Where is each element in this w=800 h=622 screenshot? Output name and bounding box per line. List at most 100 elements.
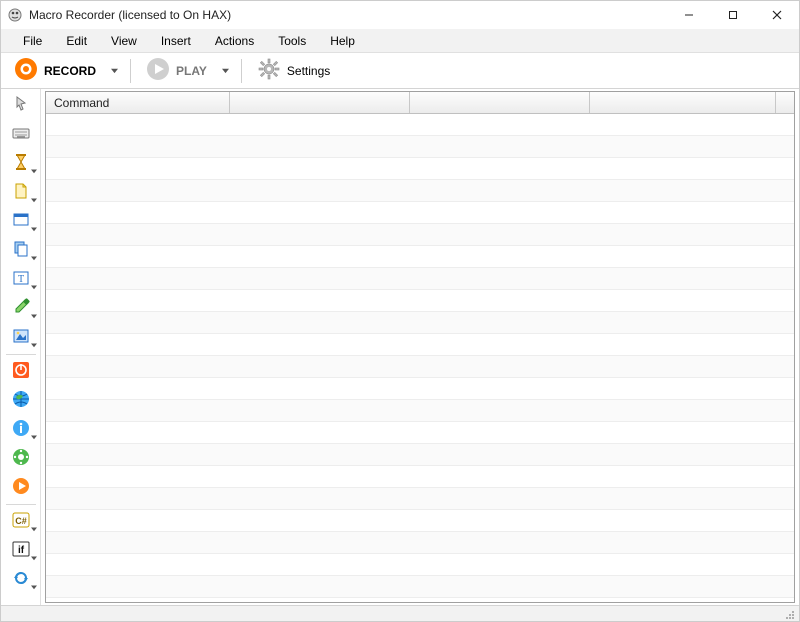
sidebar-run[interactable] [3,473,39,501]
toolbar-separator [241,59,242,83]
play-label: PLAY [176,64,207,78]
settings-button[interactable]: Settings [250,57,337,85]
close-button[interactable] [755,1,799,29]
menu-file[interactable]: File [11,31,54,51]
csharp-icon: C# [11,510,31,533]
menu-tools[interactable]: Tools [266,31,318,51]
system-icon [11,447,31,470]
grid-row[interactable] [46,290,794,312]
image-icon [11,326,31,349]
sidebar-delay[interactable] [3,149,39,177]
sidebar-image[interactable] [3,323,39,351]
grid-row[interactable] [46,268,794,290]
grid-row[interactable] [46,246,794,268]
text-icon: T [11,268,31,291]
grid-row[interactable] [46,598,794,602]
menubar: File Edit View Insert Actions Tools Help [1,29,799,53]
sidebar-keyboard[interactable] [3,120,39,148]
sidebar-clipboard[interactable] [3,236,39,264]
grid-row[interactable] [46,466,794,488]
mouse-icon [11,94,31,117]
grid-row[interactable] [46,378,794,400]
settings-label: Settings [287,64,330,78]
column-header-3[interactable] [590,92,776,113]
if-icon: if [11,539,31,562]
sidebar-text[interactable]: T [3,265,39,293]
file-icon [11,181,31,204]
column-header-1[interactable] [230,92,410,113]
sidebar-csharp[interactable]: C# [3,507,39,535]
app-icon [7,7,23,23]
sidebar-repeat[interactable] [3,565,39,593]
grid-row[interactable] [46,510,794,532]
play-dropdown[interactable] [218,57,233,85]
grid-row[interactable] [46,136,794,158]
record-dropdown[interactable] [107,57,122,85]
grid-row[interactable] [46,202,794,224]
eyedropper-icon [11,297,31,320]
svg-text:C#: C# [15,516,27,526]
grid-row[interactable] [46,422,794,444]
info-icon [11,418,31,441]
grid-row[interactable] [46,444,794,466]
column-header-scroll [776,92,794,113]
sidebar-mouse[interactable] [3,91,39,119]
column-header-command[interactable]: Command [46,92,230,113]
sidebar-network[interactable] [3,386,39,414]
toolbar-separator [130,59,131,83]
sidebar-message[interactable] [3,415,39,443]
grid-row[interactable] [46,334,794,356]
sidebar-separator [6,504,36,505]
sidebar-shutdown[interactable] [3,357,39,385]
grid-row[interactable] [46,180,794,202]
grid-body[interactable] [46,114,794,602]
sidebar-if[interactable]: if [3,536,39,564]
maximize-button[interactable] [711,1,755,29]
grid-row[interactable] [46,356,794,378]
sidebar-pixel[interactable] [3,294,39,322]
sidebar-file[interactable] [3,178,39,206]
command-grid[interactable]: Command [45,91,795,603]
window-icon [11,210,31,233]
sidebar-system[interactable] [3,444,39,472]
grid-row[interactable] [46,312,794,334]
record-icon [14,57,38,84]
column-header-2[interactable] [410,92,590,113]
statusbar [1,605,799,621]
minimize-button[interactable] [667,1,711,29]
globe-icon [11,389,31,412]
menu-edit[interactable]: Edit [54,31,99,51]
resize-grip-icon[interactable] [783,608,795,620]
hourglass-icon [11,152,31,175]
keyboard-icon [11,123,31,146]
clipboard-icon [11,239,31,262]
grid-row[interactable] [46,400,794,422]
titlebar: Macro Recorder (licensed to On HAX) [1,1,799,29]
grid-row[interactable] [46,576,794,598]
grid-row[interactable] [46,114,794,136]
grid-row[interactable] [46,554,794,576]
menu-insert[interactable]: Insert [149,31,203,51]
menu-help[interactable]: Help [318,31,367,51]
run-icon [11,476,31,499]
gear-icon [257,57,281,84]
repeat-icon [11,568,31,591]
sidebar-separator [6,354,36,355]
grid-row[interactable] [46,158,794,180]
power-icon [11,360,31,383]
grid-row[interactable] [46,224,794,246]
play-button[interactable]: PLAY [139,57,214,85]
record-label: RECORD [44,64,96,78]
svg-text:T: T [17,274,23,285]
sidebar-window[interactable] [3,207,39,235]
grid-row[interactable] [46,532,794,554]
grid-header: Command [46,92,794,114]
play-icon [146,57,170,84]
menu-view[interactable]: View [99,31,149,51]
sidebar: T [1,89,41,605]
grid-row[interactable] [46,488,794,510]
svg-text:if: if [17,545,24,556]
window-title: Macro Recorder (licensed to On HAX) [29,8,231,22]
record-button[interactable]: RECORD [7,57,103,85]
menu-actions[interactable]: Actions [203,31,266,51]
